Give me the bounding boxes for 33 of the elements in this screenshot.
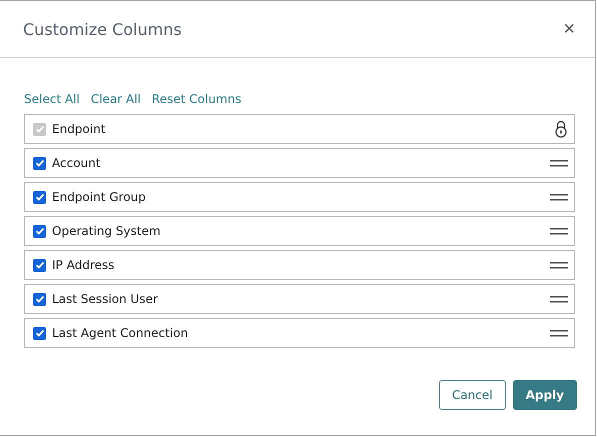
drag-handle-icon[interactable]	[550, 160, 568, 166]
lock-icon	[554, 120, 568, 138]
drag-handle-icon[interactable]	[550, 330, 568, 336]
checkbox[interactable]	[33, 292, 46, 306]
column-label: Endpoint	[52, 122, 106, 136]
action-link[interactable]: Clear All	[90, 92, 141, 106]
checkbox[interactable]	[33, 224, 46, 238]
action-link[interactable]: Select All	[24, 92, 80, 106]
checkbox[interactable]	[33, 326, 46, 340]
checkbox[interactable]	[33, 156, 46, 170]
cancel-button[interactable]: Cancel	[438, 380, 506, 410]
column-label: IP Address	[52, 258, 116, 272]
column-label: Account	[52, 156, 102, 170]
dialog-title: Customize Columns	[23, 20, 182, 38]
column-row[interactable]: IP Address	[24, 250, 575, 280]
column-label: Endpoint Group	[52, 190, 147, 204]
column-row[interactable]: Endpoint Group	[24, 182, 575, 212]
column-label: Operating System	[52, 224, 162, 238]
column-label: Last Session User	[52, 292, 159, 306]
apply-button[interactable]: Apply	[512, 380, 577, 410]
drag-handle-icon[interactable]	[550, 262, 568, 268]
column-row[interactable]: Last Agent Connection	[24, 318, 575, 348]
action-link[interactable]: Reset Columns	[152, 92, 242, 106]
close-button[interactable]: ×	[561, 19, 577, 39]
drag-handle-icon[interactable]	[550, 228, 568, 234]
drag-handle-icon[interactable]	[550, 296, 568, 302]
column-row[interactable]: Operating System	[24, 216, 575, 246]
column-label: Last Agent Connection	[52, 326, 190, 340]
drag-handle-icon[interactable]	[550, 194, 568, 200]
checkbox[interactable]	[33, 258, 46, 272]
checkbox[interactable]	[33, 190, 46, 204]
column-row[interactable]: Account	[24, 148, 575, 178]
column-row[interactable]: Last Session User	[24, 284, 575, 314]
